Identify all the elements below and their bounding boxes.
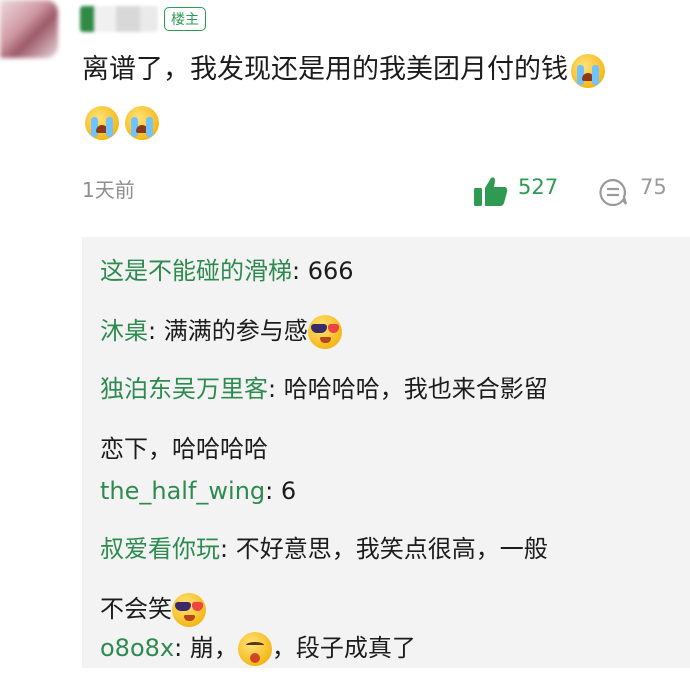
comment-count: 75 — [640, 175, 667, 199]
reply-author[interactable]: 沐桌 — [100, 317, 148, 345]
reply-text: 哈哈哈哈，我也来合影留 — [283, 375, 548, 403]
reply-text: 不好意思，我笑点很高，一般 — [235, 535, 548, 563]
reply-text: 666 — [307, 257, 354, 285]
reply-item[interactable]: 沐桌: 满满的参与感 — [100, 301, 680, 361]
reply-author[interactable]: the_half_wing — [100, 477, 265, 505]
thumbs-up-icon[interactable] — [474, 176, 508, 206]
avatar[interactable] — [0, 0, 58, 58]
reply-text: 满满的参与感 — [163, 317, 308, 345]
replies-panel: 这是不能碰的滑梯: 666 沐桌: 满满的参与感 独泊东吴万里客: 哈哈哈哈，我… — [82, 237, 690, 668]
reply-text: 6 — [280, 477, 297, 505]
smirk-emoji-icon — [237, 632, 272, 666]
reply-text: 恋下，哈哈哈哈 — [100, 435, 268, 463]
crying-laughing-emoji-icon — [85, 105, 119, 140]
username-blurred[interactable] — [80, 6, 158, 32]
reply-author[interactable]: 叔爱看你玩 — [100, 535, 220, 563]
like-count: 527 — [518, 175, 559, 199]
reply-text: 崩， — [189, 634, 238, 662]
post-time: 1天前 — [82, 178, 135, 202]
reply-item[interactable]: o8o8x: 崩， ，段子成真了 — [100, 618, 680, 678]
reply-author[interactable]: 独泊东吴万里客 — [100, 375, 268, 403]
crying-laughing-emoji-icon — [125, 105, 159, 140]
reply-author[interactable]: o8o8x — [100, 634, 174, 662]
reply-author[interactable]: 这是不能碰的滑梯 — [100, 257, 292, 285]
cool-sunglasses-emoji-icon — [307, 315, 342, 349]
op-badge: 楼主 — [164, 7, 206, 31]
reply-text: ，段子成真了 — [271, 634, 416, 662]
post-text: 离谱了，我发现还是用的我美团月付的钱 — [82, 54, 568, 85]
reply-item[interactable]: 这是不能碰的滑梯: 666 — [100, 241, 680, 301]
reply-item[interactable]: the_half_wing: 6 — [100, 461, 680, 521]
crying-laughing-emoji-icon — [571, 53, 605, 88]
comment-icon[interactable] — [598, 178, 628, 206]
post-content: 离谱了，我发现还是用的我美团月付的钱 — [82, 44, 682, 148]
